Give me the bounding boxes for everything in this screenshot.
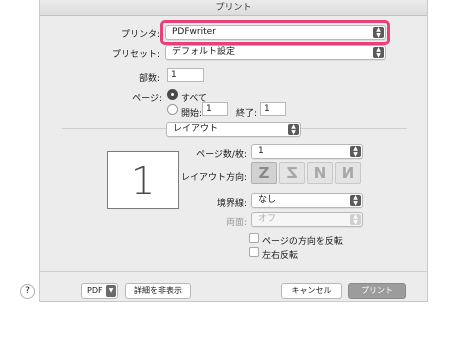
pdf-label: PDF xyxy=(87,286,103,295)
copies-input[interactable]: 1 xyxy=(167,68,204,82)
pages-per-sheet-value: 1 xyxy=(258,146,264,156)
cancel-button[interactable]: キャンセル xyxy=(281,283,342,299)
printer-label: プリンタ: xyxy=(120,30,160,40)
presets-value: デフォルト設定 xyxy=(172,47,236,57)
layout-direction-label: レイアウト方向: xyxy=(180,173,247,183)
border-popup[interactable]: なし ▲ ▼ xyxy=(251,193,363,208)
print-dialog: プリント プリンタ: PDFwriter ▲ ▼ プリセット: デフォルト設定 ▲… xyxy=(39,0,428,302)
direction-n-button[interactable]: N xyxy=(307,162,333,184)
hide-details-button[interactable]: 詳細を非表示 xyxy=(125,283,191,299)
reverse-orientation-checkbox[interactable] xyxy=(249,233,259,243)
pages-from-label: 開始: xyxy=(181,109,203,119)
pages-range-radio[interactable] xyxy=(167,104,178,115)
chevron-updown-icon: ▲ ▼ xyxy=(373,27,384,38)
chevron-down-icon: ▼ xyxy=(106,285,116,297)
chevron-updown-icon: ▲ ▼ xyxy=(288,124,299,135)
presets-popup[interactable]: デフォルト設定 ▲ ▼ xyxy=(165,45,386,60)
help-button[interactable]: ? xyxy=(20,284,35,299)
border-value: なし xyxy=(258,195,277,205)
pages-from-input[interactable]: 1 xyxy=(202,102,228,116)
chevron-updown-icon: ▲ ▼ xyxy=(373,47,384,58)
reverse-orientation-label: ページの方向を反転 xyxy=(262,237,343,247)
direction-n-reverse-button[interactable]: N xyxy=(335,162,361,184)
printer-value: PDFwriter xyxy=(172,27,216,37)
copies-label: 部数: xyxy=(138,74,160,84)
pages-to-input[interactable]: 1 xyxy=(260,102,286,116)
pdf-menu-button[interactable]: PDF ▼ xyxy=(81,283,118,299)
pages-label: ページ: xyxy=(132,94,162,104)
border-label: 境界線: xyxy=(216,199,247,209)
flip-horizontal-label: 左右反転 xyxy=(262,251,299,261)
two-sided-label: 両面: xyxy=(225,218,247,228)
pages-to-label: 終了: xyxy=(236,109,258,119)
page-preview: 1 xyxy=(107,151,179,209)
direction-z-button[interactable]: Z xyxy=(251,162,277,184)
flip-horizontal-checkbox[interactable] xyxy=(249,247,259,257)
chevron-updown-icon: ▲ ▼ xyxy=(350,214,361,225)
chevron-updown-icon: ▲ ▼ xyxy=(350,146,361,157)
window-title: プリント xyxy=(40,0,427,16)
pages-all-radio[interactable] xyxy=(167,89,178,100)
presets-label: プリセット: xyxy=(111,50,160,60)
two-sided-popup: オフ ▲ ▼ xyxy=(251,212,363,227)
print-button[interactable]: プリント xyxy=(348,283,406,299)
pages-per-sheet-label: ページ数/枚: xyxy=(196,150,247,160)
pages-per-sheet-popup[interactable]: 1 ▲ ▼ xyxy=(251,144,363,159)
printer-popup[interactable]: PDFwriter ▲ ▼ xyxy=(165,25,386,40)
chevron-updown-icon: ▲ ▼ xyxy=(350,195,361,206)
two-sided-value: オフ xyxy=(258,214,277,224)
section-value: レイアウト xyxy=(173,124,219,134)
preview-page-number: 1 xyxy=(130,159,156,203)
direction-z-reverse-button[interactable]: Z xyxy=(279,162,305,184)
section-popup[interactable]: レイアウト ▲ ▼ xyxy=(166,122,301,137)
footer-separator xyxy=(40,271,427,272)
